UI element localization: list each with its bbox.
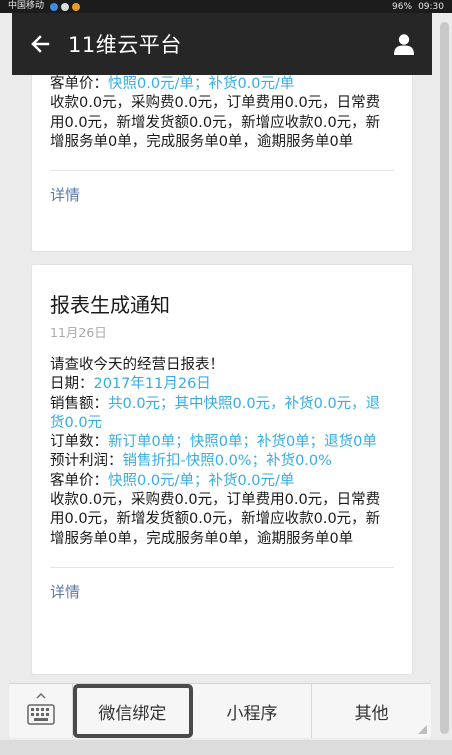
date-label: 日期：: [50, 376, 94, 393]
clock: 09:30: [418, 1, 444, 12]
battery-level: 96%: [392, 1, 413, 12]
detail-link[interactable]: 详情: [50, 171, 394, 225]
unit-price-label: 客单价：: [50, 76, 108, 92]
profit-label: 预计利润：: [50, 453, 123, 470]
profit-value: 销售折扣-快照0.0%；补货0.0%: [122, 453, 332, 470]
card-date: 11月26日: [50, 325, 107, 340]
keyboard-icon: [26, 693, 55, 725]
menu-mini-program[interactable]: 小程序: [193, 684, 313, 738]
bottom-strip: [0, 740, 452, 755]
profile-button[interactable]: [376, 13, 432, 75]
sales-line: 销售额：共0.0元；其中快照0.0元，补货0.0元，退货0.0元: [50, 395, 394, 434]
app-notification-icon: [72, 2, 81, 11]
unit-price-value: 快照0.0元/单；补货0.0元/单: [108, 472, 295, 489]
menu-wechat-binding[interactable]: 微信绑定: [73, 684, 193, 738]
intro-text: 请查收今天的经营日报表！: [50, 357, 224, 373]
unit-price-value: 快照0.0元/单；补货0.0元/单: [108, 76, 295, 92]
app-notification-icon: [61, 2, 70, 11]
status-right: 96% 09:30: [392, 2, 444, 12]
back-arrow-icon: [31, 35, 50, 53]
orders-label: 订单数：: [50, 434, 108, 451]
corner-indicator-icon: [418, 725, 428, 734]
page-title: 11维云平台: [68, 33, 182, 57]
date-line: 日期：2017年11月26日: [50, 375, 394, 394]
menu-other-label: 其他: [354, 703, 389, 724]
summary-text: 收款0.0元，采购费0.0元，订单费用0.0元，日常费用0.0元，新增发货额0.…: [50, 95, 381, 150]
message-card: 报表生成通知 11月26日 请查收今天的经营日报表！ 日期：2017年11月26…: [31, 264, 413, 675]
unit-price-line: 客单价：快照0.0元/单；补货0.0元/单: [50, 472, 394, 491]
date-value: 2017年11月26日: [93, 376, 211, 393]
unit-price-line: 客单价：快照0.0元/单；补货0.0元/单: [50, 75, 394, 94]
detail-link[interactable]: 详情: [50, 568, 394, 622]
summary-text: 收款0.0元，采购费0.0元，订单费用0.0元，日常费用0.0元，新增发货额0.…: [50, 492, 381, 547]
app-bar: 11维云平台: [12, 13, 432, 75]
keyboard-toggle-button[interactable]: [9, 684, 73, 738]
status-bar: 中国移动 96% 09:30: [0, 0, 452, 13]
orders-line: 订单数：新订单0单；快照0单；补货0单；退货0单: [50, 433, 394, 452]
carrier-label: 中国移动: [8, 1, 45, 11]
scrollbar[interactable]: [440, 22, 449, 734]
bottom-menu: 微信绑定 小程序 其他: [9, 683, 431, 738]
unit-price-label: 客单价：: [50, 472, 108, 489]
menu-other[interactable]: 其他: [312, 684, 431, 738]
back-button[interactable]: [12, 13, 68, 75]
card-title: 报表生成通知: [50, 293, 170, 317]
sales-label: 销售额：: [50, 395, 108, 412]
message-list: 客单价：快照0.0元/单；补货0.0元/单 收款0.0元，采购费0.0元，订单费…: [31, 75, 413, 687]
app-notification-icon: [50, 2, 59, 11]
profit-line: 预计利润：销售折扣-快照0.0%；补货0.0%: [50, 452, 394, 471]
notification-icons: [50, 2, 81, 11]
orders-value: 新订单0单；快照0单；补货0单；退货0单: [108, 434, 377, 451]
message-card: 客单价：快照0.0元/单；补货0.0元/单 收款0.0元，采购费0.0元，订单费…: [31, 75, 413, 252]
user-icon: [394, 34, 414, 55]
